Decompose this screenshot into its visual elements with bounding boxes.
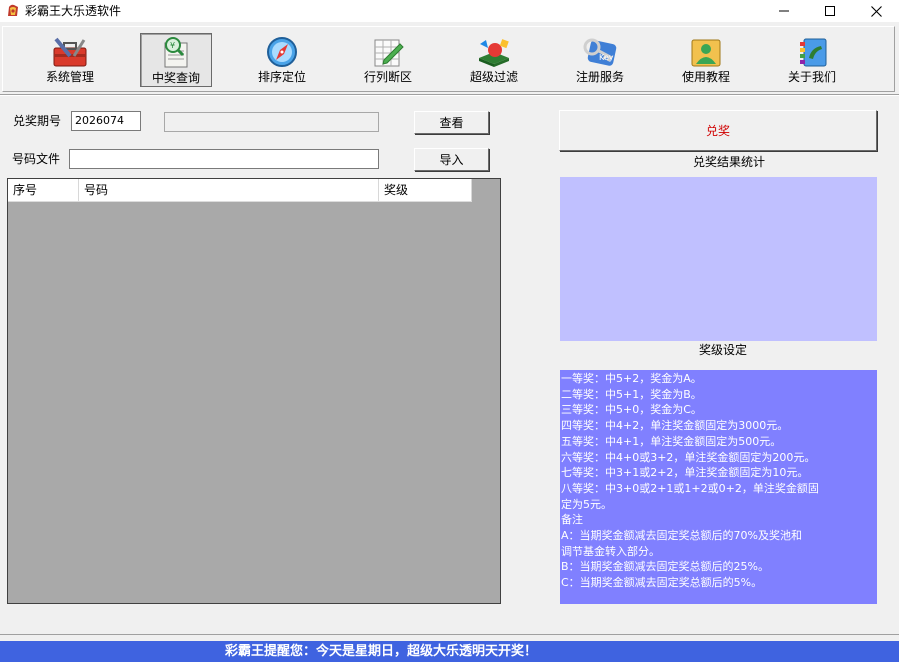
file-path-input[interactable] <box>69 149 379 169</box>
redeem-button[interactable]: 兑奖 <box>559 110 877 151</box>
compass-icon <box>267 37 297 67</box>
toolbar-label: 行列断区 <box>363 70 412 84</box>
stats-panel <box>560 177 877 341</box>
status-message: 彩霸王提醒您：今天是星期日，超级大乐透明天开奖！ <box>225 644 538 659</box>
column-header-prize-level[interactable]: 奖级 <box>379 179 472 201</box>
status-bar: 彩霸王提醒您：今天是星期日，超级大乐透明天开奖！ <box>0 641 899 662</box>
toolbar-button-prize-query[interactable]: ¥ 中奖查询 <box>140 33 212 87</box>
grid-pencil-icon <box>374 39 404 67</box>
stats-caption: 兑奖结果统计 <box>693 155 766 169</box>
toolbar-separator <box>0 94 899 96</box>
toolbar-button-tutorial[interactable]: 使用教程 <box>670 33 742 87</box>
svg-text:¥: ¥ <box>170 41 175 50</box>
view-button[interactable]: 查看 <box>414 111 489 134</box>
key-icon: Key <box>583 38 617 66</box>
toolbar-label: 中奖查询 <box>151 71 200 85</box>
toolbar-button-about[interactable]: 关于我们 <box>776 33 848 87</box>
svg-text:Key: Key <box>599 53 614 62</box>
lottery-ticket-icon: ¥ <box>164 37 188 68</box>
maximize-button[interactable] <box>807 0 853 22</box>
import-button[interactable]: 导入 <box>414 148 489 171</box>
rules-caption: 奖级设定 <box>699 343 748 357</box>
toolbar-button-row-column[interactable]: 行列断区 <box>352 33 424 87</box>
toolbox-icon <box>53 37 87 67</box>
app-logo-icon <box>8 4 18 16</box>
list-header: 序号 号码 奖级 <box>8 179 472 202</box>
phone-book-icon <box>800 38 827 67</box>
close-button[interactable] <box>853 0 899 22</box>
toolbar-button-system[interactable]: 系统管理 <box>34 33 106 87</box>
toolbar-button-sort-position[interactable]: 排序定位 <box>246 33 318 87</box>
period-label: 兑奖期号 <box>13 114 62 128</box>
toolbar-label: 关于我们 <box>787 70 836 84</box>
toolbar-label: 使用教程 <box>681 70 730 84</box>
period-input[interactable]: 2026074 <box>71 111 141 131</box>
toolbar-label: 超级过滤 <box>469 70 518 84</box>
maximize-icon <box>825 6 835 16</box>
frame-line <box>0 634 899 635</box>
toolbar-button-super-filter[interactable]: 超级过滤 <box>458 33 530 87</box>
main-toolbar: 系统管理 ¥ 中奖查询 排序定位 行列断区 超级过滤 Key 注册服务 使用教程… <box>2 26 895 92</box>
close-icon <box>870 5 882 17</box>
result-list[interactable]: 序号 号码 奖级 <box>7 178 501 604</box>
period-info-field <box>164 112 379 132</box>
file-label: 号码文件 <box>12 152 61 166</box>
toolbar-label: 注册服务 <box>575 70 624 84</box>
window-title: 彩霸王大乐透软件 <box>25 4 122 18</box>
toolbar-label: 排序定位 <box>257 70 306 84</box>
column-header-numbers[interactable]: 号码 <box>79 179 379 201</box>
toolbar-label: 系统管理 <box>45 70 94 84</box>
title-bar: 彩霸王大乐透软件 <box>0 0 899 22</box>
minimize-icon <box>779 10 789 12</box>
toolbar-button-register[interactable]: Key 注册服务 <box>564 33 636 87</box>
user-book-icon <box>691 39 721 67</box>
filter-shapes-icon <box>479 39 509 67</box>
prize-rules-text: 一等奖：中5+2，奖金为A。 二等奖：中5+1，奖金为B。 三等奖：中5+0，奖… <box>560 370 877 604</box>
column-header-index[interactable]: 序号 <box>8 179 79 201</box>
minimize-button[interactable] <box>761 0 807 22</box>
